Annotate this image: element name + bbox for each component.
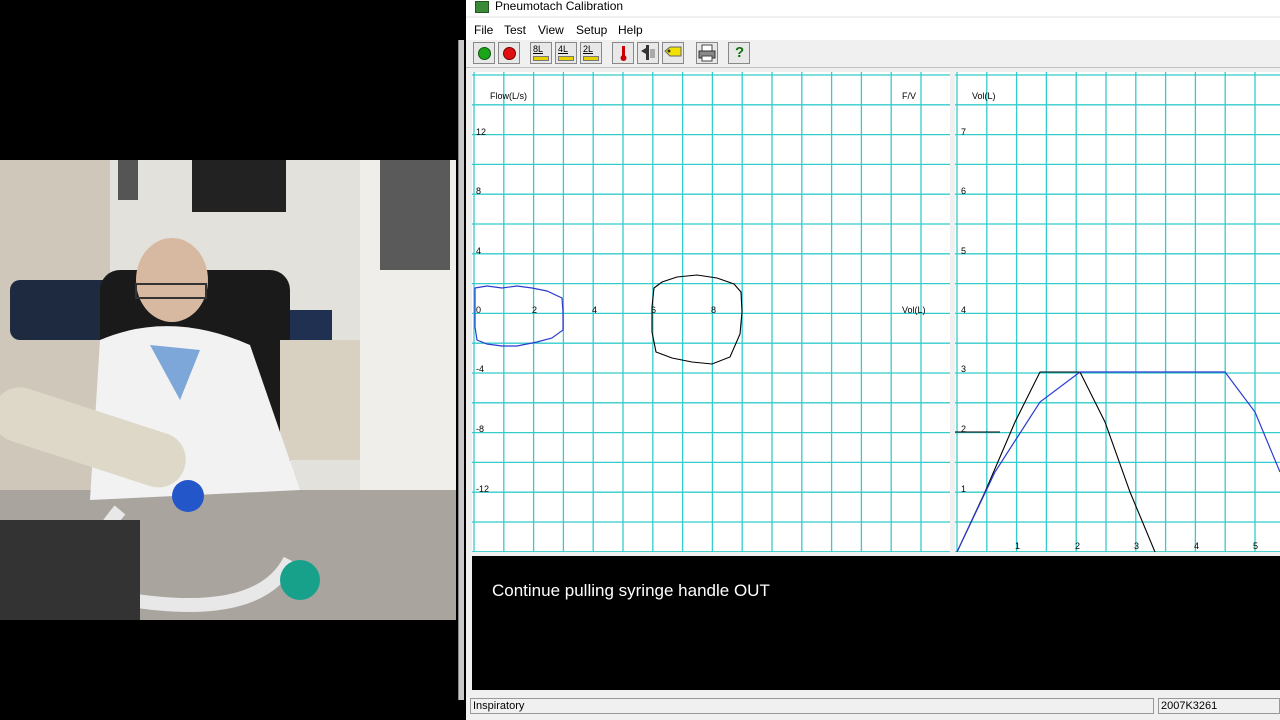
vt-y-tick: 7 xyxy=(961,127,966,137)
menu-view[interactable]: View xyxy=(538,23,564,37)
syringe-8l-button[interactable]: 8L xyxy=(530,42,552,64)
fv-x-tick: 8 xyxy=(711,305,716,315)
volume-time-chart: Vol(L) 7 6 5 4 3 2 1 1 2 3 4 5 xyxy=(955,72,1280,552)
vt-x-tick: 3 xyxy=(1134,541,1139,551)
tag-icon xyxy=(664,46,682,57)
menu-bar: File Test View Setup Help xyxy=(466,18,1280,40)
fv-corner-label: F/V xyxy=(902,91,916,101)
fv-x-tick: 4 xyxy=(592,305,597,315)
syringe-2l-button[interactable]: 2L xyxy=(580,42,602,64)
vt-y-tick: 4 xyxy=(961,305,966,315)
green-circle-icon xyxy=(478,47,491,60)
fv-y-tick: 8 xyxy=(476,186,481,196)
title-bar: Pneumotach Calibration xyxy=(466,0,1280,16)
menu-help[interactable]: Help xyxy=(618,23,643,37)
syringe-4l-label: 4L xyxy=(558,44,569,54)
thermometer-button[interactable] xyxy=(612,42,634,64)
fv-y-tick: 12 xyxy=(476,127,486,137)
syringe-4l-button[interactable]: 4L xyxy=(555,42,577,64)
instruction-message: Continue pulling syringe handle OUT xyxy=(492,581,770,600)
vt-x-tick: 1 xyxy=(1015,541,1020,551)
fv-y-tick: -4 xyxy=(476,364,484,374)
menu-file[interactable]: File xyxy=(474,23,493,37)
print-button[interactable] xyxy=(696,42,718,64)
status-bar: Inspiratory 2007K3261 xyxy=(466,698,1280,716)
printer-icon xyxy=(698,44,716,62)
start-button[interactable] xyxy=(473,42,495,64)
instruction-panel: Continue pulling syringe handle OUT xyxy=(472,556,1280,690)
window-left-edge xyxy=(456,0,466,720)
help-button[interactable]: ? xyxy=(728,42,750,64)
vt-y-tick: 1 xyxy=(961,484,966,494)
ruler-icon xyxy=(583,56,599,61)
window-title: Pneumotach Calibration xyxy=(495,0,624,13)
vt-x-tick: 5 xyxy=(1253,541,1258,551)
thermometer-icon xyxy=(620,46,627,61)
webcam-video xyxy=(0,160,456,620)
ruler-icon xyxy=(558,56,574,61)
tag-button[interactable] xyxy=(662,42,684,64)
status-serial: 2007K3261 xyxy=(1158,698,1280,714)
pressure-button[interactable] xyxy=(637,42,659,64)
vt-y-tick: 3 xyxy=(961,364,966,374)
fv-y-axis-label: Flow(L/s) xyxy=(490,91,527,101)
ruler-icon xyxy=(533,56,549,61)
vt-y-axis-label: Vol(L) xyxy=(972,91,996,101)
fv-x-axis-label: Vol(L) xyxy=(902,305,926,315)
flow-volume-chart: Flow(L/s) F/V Vol(L) 12 8 4 0 -4 -8 -12 … xyxy=(472,72,950,552)
fv-y-tick: 0 xyxy=(476,305,481,315)
red-circle-icon xyxy=(503,47,516,60)
menu-test[interactable]: Test xyxy=(504,23,526,37)
vt-y-tick: 5 xyxy=(961,246,966,256)
left-scrollbar[interactable] xyxy=(458,40,464,700)
help-icon: ? xyxy=(735,44,745,61)
toolbar: 8L 4L 2L ? xyxy=(466,40,1280,68)
fv-loop-black xyxy=(651,274,743,365)
fv-y-tick: -12 xyxy=(476,484,489,494)
fv-x-tick: 2 xyxy=(532,305,537,315)
fv-loop-blue xyxy=(474,285,564,347)
status-phase: Inspiratory xyxy=(470,698,1154,714)
vt-x-tick: 4 xyxy=(1194,541,1199,551)
vt-y-tick: 6 xyxy=(961,186,966,196)
stop-button[interactable] xyxy=(498,42,520,64)
fv-y-tick: 4 xyxy=(476,246,481,256)
syringe-2l-label: 2L xyxy=(583,44,594,54)
fv-y-tick: -8 xyxy=(476,424,484,434)
vt-x-tick: 2 xyxy=(1075,541,1080,551)
syringe-8l-label: 8L xyxy=(533,44,544,54)
menu-setup[interactable]: Setup xyxy=(576,23,607,37)
barometer-icon xyxy=(641,45,655,60)
app-icon xyxy=(475,1,489,13)
